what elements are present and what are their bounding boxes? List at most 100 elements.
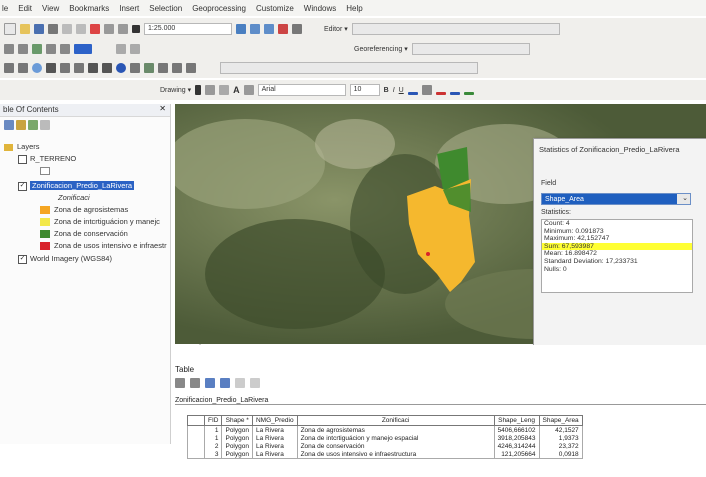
pan-hand-icon[interactable] <box>46 63 56 73</box>
column-header-shape-area[interactable]: Shape_Area <box>538 415 583 426</box>
table-of-contents-icon[interactable] <box>250 24 260 34</box>
save-icon[interactable] <box>34 24 44 34</box>
layer-world-imagery[interactable]: ✓ World Imagery (WGS84) <box>18 254 112 264</box>
selection-color-icon[interactable] <box>74 44 92 54</box>
menu-edit[interactable]: Edit <box>18 4 32 13</box>
fixed-zoom-icon[interactable] <box>60 44 70 54</box>
pan-icon[interactable] <box>32 44 42 54</box>
column-header-zonificaci[interactable]: Zonificaci <box>296 415 495 426</box>
row-selector[interactable] <box>187 434 205 442</box>
copy-icon[interactable] <box>76 24 86 34</box>
table-layer-tab[interactable]: Zonificacion_Predio_LaRivera <box>175 397 706 405</box>
cut-icon[interactable] <box>62 24 72 34</box>
column-header-fid[interactable]: FID <box>203 415 223 426</box>
list-by-selection-icon[interactable] <box>40 120 51 130</box>
delete-icon[interactable] <box>90 24 100 34</box>
shadow-color-icon[interactable] <box>463 91 474 95</box>
data-view-icon[interactable] <box>130 44 140 54</box>
zoom-out-tool-icon[interactable] <box>18 63 28 73</box>
font-size-field[interactable]: 10 <box>349 84 380 96</box>
layers-group[interactable]: Layers <box>4 142 40 151</box>
menu-windows[interactable]: Windows <box>304 4 336 13</box>
undo-icon[interactable] <box>104 24 114 34</box>
drawing-menu[interactable]: Drawing ▾ <box>160 86 191 94</box>
georeferencing-menu[interactable]: Georeferencing ▾ <box>354 45 408 53</box>
new-document-icon[interactable] <box>4 23 16 35</box>
layout-icon[interactable] <box>116 44 126 54</box>
print-icon[interactable] <box>48 24 58 34</box>
close-icon[interactable]: ✕ <box>159 104 166 113</box>
list-by-source-icon[interactable] <box>16 120 27 130</box>
intensive-use-zone-polygon[interactable] <box>426 252 430 256</box>
identify-icon[interactable] <box>116 63 126 73</box>
bold-button[interactable]: B <box>384 87 389 94</box>
arctoolbox-icon[interactable] <box>278 24 288 34</box>
line-color-icon[interactable] <box>435 91 446 95</box>
table-row[interactable]: 1 Polygon La Rivera Zona de agrosistemas… <box>187 425 583 434</box>
editor-toolbar-icon[interactable] <box>236 24 246 34</box>
georeferencing-layer-field[interactable] <box>411 43 530 55</box>
zoom-tool-icon[interactable] <box>4 63 14 73</box>
menu-insert[interactable]: Insert <box>119 4 139 13</box>
menu-file[interactable]: le <box>2 4 8 13</box>
rotate-icon[interactable] <box>205 85 216 95</box>
marker-color-icon[interactable] <box>449 91 460 95</box>
table-options-icon[interactable] <box>175 378 185 388</box>
layer-visibility-checkbox[interactable]: ✓ <box>18 254 27 264</box>
layer-visibility-checkbox[interactable] <box>18 154 27 164</box>
italic-button[interactable]: I <box>393 87 395 94</box>
menu-bookmarks[interactable]: Bookmarks <box>69 4 109 13</box>
column-header-nmg-predio[interactable]: NMG_Predio <box>251 415 298 426</box>
full-extent-icon[interactable] <box>46 44 56 54</box>
column-header-shape-leng[interactable]: Shape_Leng <box>493 415 540 426</box>
row-selector[interactable] <box>187 425 205 434</box>
table-row[interactable]: 2 Polygon La Rivera Zona de conservación… <box>187 442 583 450</box>
menu-selection[interactable]: Selection <box>149 4 182 13</box>
find-icon[interactable] <box>130 63 140 73</box>
globe-icon[interactable] <box>32 63 42 73</box>
time-slider-icon[interactable] <box>186 63 196 73</box>
editor-menu[interactable]: Editor ▾ <box>324 25 348 33</box>
row-selector[interactable] <box>187 450 205 459</box>
map-scale-field[interactable]: 1:25.000 <box>144 23 232 35</box>
select-features-icon[interactable] <box>88 63 98 73</box>
forward-extent-icon[interactable] <box>74 63 84 73</box>
python-icon[interactable] <box>292 24 302 34</box>
open-folder-icon[interactable] <box>20 24 30 34</box>
table-row[interactable]: 1 Polygon La Rivera Zona de intcrtiguáci… <box>187 434 583 442</box>
zoom-out-icon[interactable] <box>18 44 28 54</box>
related-tables-icon[interactable] <box>190 378 200 388</box>
fill-color-icon[interactable] <box>421 85 432 95</box>
menu-help[interactable]: Help <box>346 4 362 13</box>
switch-selection-icon[interactable] <box>220 378 230 388</box>
column-header-shape[interactable]: Shape * <box>221 415 253 426</box>
add-data-icon[interactable] <box>132 25 140 33</box>
menu-geoprocessing[interactable]: Geoprocessing <box>192 4 246 13</box>
font-color-icon[interactable] <box>407 91 418 95</box>
catalog-icon[interactable] <box>264 24 274 34</box>
select-by-attributes-icon[interactable] <box>205 378 215 388</box>
row-selector-header[interactable] <box>187 415 205 426</box>
row-selector[interactable] <box>187 442 205 450</box>
layer-visibility-checkbox[interactable]: ✓ <box>18 181 27 191</box>
zoom-in-icon[interactable] <box>4 44 14 54</box>
list-by-drawing-order-icon[interactable] <box>4 120 14 130</box>
font-name-field[interactable]: Arial <box>257 84 346 96</box>
layer-zonificacion[interactable]: ✓ Zonificacion_Predio_LaRivera <box>18 181 135 191</box>
edit-vertices-icon[interactable] <box>243 85 254 95</box>
hyperlink-icon[interactable] <box>158 63 168 73</box>
select-elements-icon[interactable] <box>102 63 112 73</box>
redo-icon[interactable] <box>118 24 128 34</box>
underline-button[interactable]: U <box>399 87 404 94</box>
back-extent-icon[interactable] <box>60 63 70 73</box>
measure-icon[interactable] <box>144 63 154 73</box>
select-arrow-icon[interactable] <box>195 85 202 95</box>
list-by-visibility-icon[interactable] <box>28 120 39 130</box>
text-tool-icon[interactable]: A <box>233 85 240 95</box>
layer-r-terreno[interactable]: R_TERRENO <box>18 154 76 164</box>
chevron-down-icon[interactable]: ⌄ <box>677 194 690 204</box>
html-popup-icon[interactable] <box>172 63 182 73</box>
field-dropdown[interactable]: Shape_Area ⌄ <box>541 193 691 205</box>
menu-customize[interactable]: Customize <box>256 4 294 13</box>
menu-view[interactable]: View <box>42 4 59 13</box>
